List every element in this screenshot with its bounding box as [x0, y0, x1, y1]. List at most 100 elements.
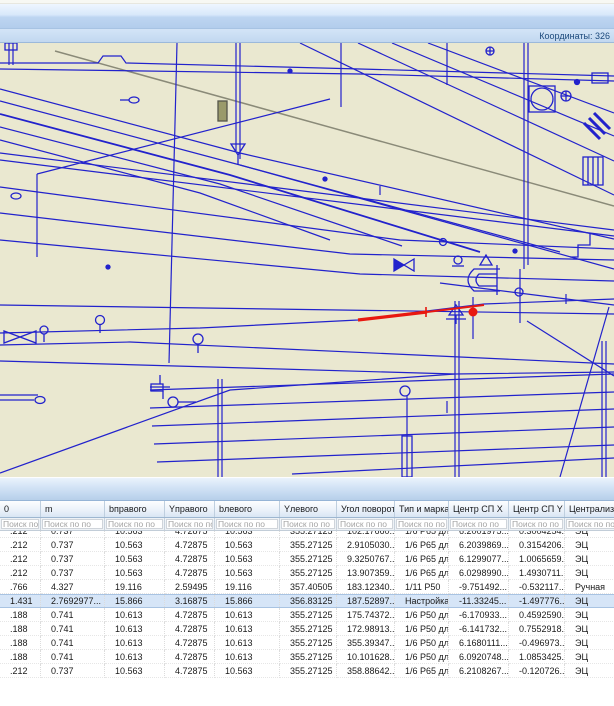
table-cell: 1.0065659... [509, 552, 565, 566]
table-cell: .188 [0, 636, 41, 650]
table-cell: 0.737 [41, 566, 105, 580]
table-cell: -0.532117... [509, 580, 565, 594]
table-cell: -9.751492... [449, 580, 509, 594]
table-cell: .212 [0, 531, 41, 538]
table-row-7[interactable]: .1880.74110.6134.7287510.613355.27125172… [0, 622, 614, 636]
table-cell: 10.563 [105, 566, 165, 580]
table-row-0[interactable]: .2120.73710.5634.7287510.563355.27125102… [0, 531, 614, 538]
table-cell: 1/11 Р50 [395, 580, 449, 594]
filter-cell-3: Поиск по по [165, 518, 215, 530]
table-cell: -1.497776... [509, 595, 565, 607]
table-cell: 0.741 [41, 622, 105, 636]
table-cell: .212 [0, 552, 41, 566]
table-cell: 1.0853425... [509, 650, 565, 664]
table-cell: 15.866 [105, 595, 165, 607]
splitter-bar[interactable] [0, 477, 614, 501]
filter-input-4[interactable]: Поиск по по [216, 519, 278, 529]
table-cell: 10.613 [215, 622, 280, 636]
track-schematic-canvas[interactable] [0, 43, 614, 477]
filter-input-8[interactable]: Поиск по по [450, 519, 507, 529]
table-cell: 10.613 [105, 608, 165, 622]
filter-cell-6: Поиск по по [337, 518, 395, 530]
table-cell: .188 [0, 622, 41, 636]
filter-cell-10: Поиск по по [565, 518, 614, 530]
header-cell-4[interactable]: bлевого [215, 501, 280, 517]
table-cell: 6.0920748... [449, 650, 509, 664]
table-cell: 4.72875 [165, 622, 215, 636]
header-cell-6[interactable]: Угол поворот [337, 501, 395, 517]
table-row-1[interactable]: .2120.73710.5634.7287510.563355.271252.9… [0, 538, 614, 552]
table-cell: 6.1299077... [449, 552, 509, 566]
table-cell: ЭЦ [565, 538, 614, 552]
table-cell: 1/6 Р65 дл... [395, 531, 449, 538]
insulated-joint-symbol [218, 101, 227, 121]
table-row-5[interactable]: 1.4312.7692977...15.8663.1687515.866356.… [0, 594, 614, 608]
table-cell: 3.16875 [165, 595, 215, 607]
table-cell: 0.7552918... [509, 622, 565, 636]
table-row-4[interactable]: .7664.32719.1162.5949519.116357.40505183… [0, 580, 614, 594]
header-cell-10[interactable]: Централиз [565, 501, 614, 517]
grid-body[interactable]: .2120.73710.5634.7287510.563355.27125102… [0, 531, 614, 705]
table-cell: 10.613 [105, 622, 165, 636]
filter-input-10[interactable]: Поиск по по [566, 519, 614, 529]
header-cell-1[interactable]: m [41, 501, 105, 517]
table-cell: 4.72875 [165, 552, 215, 566]
header-cell-3[interactable]: Yправого [165, 501, 215, 517]
table-cell: 10.613 [215, 636, 280, 650]
table-cell: 187.52897... [337, 595, 395, 607]
filter-cell-7: Поиск по по [395, 518, 449, 530]
table-cell: 356.83125 [280, 595, 337, 607]
header-cell-5[interactable]: Yлевого [280, 501, 337, 517]
filter-cell-5: Поиск по по [280, 518, 337, 530]
table-cell: 2.9105030... [337, 538, 395, 552]
table-cell: 4.72875 [165, 566, 215, 580]
table-row-6[interactable]: .1880.74110.6134.7287510.613355.27125175… [0, 608, 614, 622]
filter-input-9[interactable]: Поиск по по [510, 519, 563, 529]
table-cell: -0.120726... [509, 664, 565, 678]
table-cell: 0.741 [41, 636, 105, 650]
table-cell: 1/6 Р65 дл... [395, 538, 449, 552]
table-row-9[interactable]: .1880.74110.6134.7287510.613355.2712510.… [0, 650, 614, 664]
header-cell-8[interactable]: Центр СП X [449, 501, 509, 517]
table-cell: .766 [0, 580, 41, 594]
table-cell: 355.27125 [280, 566, 337, 580]
table-cell: 1/6 Р50 дл... [395, 622, 449, 636]
filter-input-3[interactable]: Поиск по по [166, 519, 213, 529]
table-row-2[interactable]: .2120.73710.5634.7287510.563355.271259.3… [0, 552, 614, 566]
table-cell: 4.72875 [165, 650, 215, 664]
table-cell: 19.116 [105, 580, 165, 594]
table-cell: 15.866 [215, 595, 280, 607]
table-cell: 1/6 Р65 дл... [395, 552, 449, 566]
filter-input-7[interactable]: Поиск по по [396, 519, 447, 529]
header-cell-0[interactable]: 0 [0, 501, 41, 517]
selected-point-marker [469, 308, 478, 317]
table-row-3[interactable]: .2120.73710.5634.7287510.563355.2712513.… [0, 566, 614, 580]
table-cell: 10.613 [215, 608, 280, 622]
table-cell: ЭЦ [565, 608, 614, 622]
header-cell-7[interactable]: Тип и марка [395, 501, 449, 517]
table-cell: 175.74372... [337, 608, 395, 622]
table-cell: 6.0298990... [449, 566, 509, 580]
table-row-8[interactable]: .1880.74110.6134.7287510.613355.27125355… [0, 636, 614, 650]
table-cell: ЭЦ [565, 664, 614, 678]
table-cell: 10.101628... [337, 650, 395, 664]
table-cell: Ручная [565, 580, 614, 594]
table-cell: 4.327 [41, 580, 105, 594]
table-cell: -0.496973... [509, 636, 565, 650]
filter-input-2[interactable]: Поиск по по [106, 519, 163, 529]
table-cell: 0.737 [41, 664, 105, 678]
filter-input-5[interactable]: Поиск по по [281, 519, 335, 529]
table-cell: .188 [0, 650, 41, 664]
table-cell: 2.59495 [165, 580, 215, 594]
header-cell-2[interactable]: bправого [105, 501, 165, 517]
filter-input-0[interactable]: Поиск по по [1, 519, 39, 529]
table-cell: 357.40505 [280, 580, 337, 594]
header-cell-9[interactable]: Центр СП Y [509, 501, 565, 517]
filter-input-6[interactable]: Поиск по по [338, 519, 393, 529]
filter-input-1[interactable]: Поиск по по [42, 519, 103, 529]
table-cell: 355.27125 [280, 622, 337, 636]
toolbar [0, 4, 614, 29]
table-cell: 10.563 [105, 531, 165, 538]
table-cell: ЭЦ [565, 566, 614, 580]
table-row-10[interactable]: .2120.73710.5634.7287510.563355.27125358… [0, 664, 614, 678]
